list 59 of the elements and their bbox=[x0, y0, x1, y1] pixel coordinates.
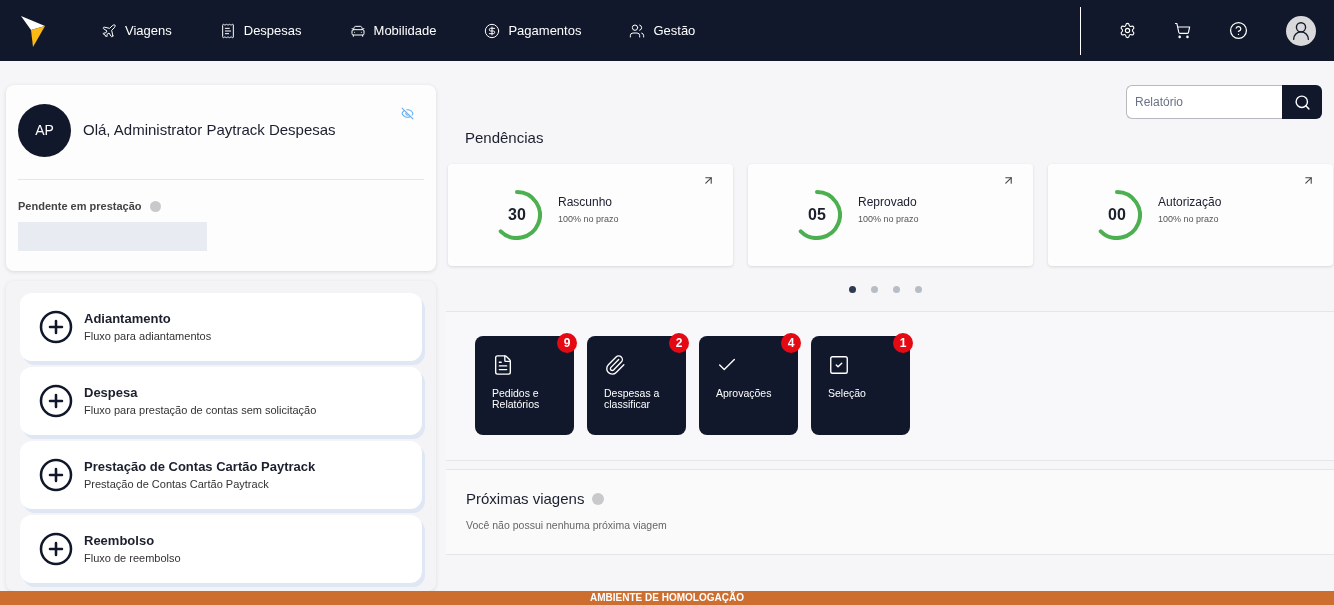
nav-link[interactable]: Pagamentos bbox=[484, 20, 582, 41]
airplane-icon bbox=[101, 22, 117, 39]
pending-title: Autorização bbox=[1158, 193, 1222, 211]
receipt-icon bbox=[219, 22, 236, 39]
avatar-initials: AP bbox=[18, 104, 71, 157]
flow-subtitle: Fluxo para prestação de contas sem solicitação bbox=[84, 403, 317, 418]
user-icon bbox=[1290, 19, 1312, 42]
search-field[interactable]: Relatório bbox=[1126, 85, 1282, 119]
environment-banner: AMBIENTE DE HOMOLOGAÇÃO bbox=[0, 591, 1334, 605]
pending-card[interactable]: 30 Rascunho 100% no prazo bbox=[448, 163, 733, 266]
count-badge: 2 bbox=[669, 333, 689, 353]
flow-subtitle: Prestação de Contas Cartão Paytrack bbox=[84, 477, 270, 492]
add-icon bbox=[38, 308, 74, 345]
count-badge: 4 bbox=[781, 333, 801, 353]
add-icon bbox=[38, 456, 74, 493]
count-badge: 1 bbox=[893, 333, 913, 353]
dollar-icon bbox=[484, 22, 501, 39]
settings-icon[interactable] bbox=[1119, 22, 1136, 39]
pending-count: 05 bbox=[808, 204, 826, 225]
avatar-button[interactable] bbox=[1286, 15, 1316, 46]
add-icon bbox=[38, 382, 74, 419]
empty-message: Você não possui nenhuma próxima viagem bbox=[466, 518, 668, 533]
pending-title: Reprovado bbox=[858, 193, 918, 211]
count-badge: 9 bbox=[557, 333, 577, 353]
pending-count: 30 bbox=[508, 204, 526, 225]
flow-title: Adiantamento bbox=[84, 309, 172, 328]
trips-title: Próximas viagens bbox=[466, 488, 585, 509]
shortcut-tile[interactable]: Despesas a classificar 2 bbox=[587, 336, 686, 435]
checkbox-icon bbox=[828, 354, 850, 376]
pending-subtitle: 100% no prazo bbox=[858, 212, 919, 226]
flow-title: Reembolso bbox=[84, 531, 156, 550]
flow-subtitle: Fluxo para adiantamentos bbox=[84, 329, 212, 344]
logo-icon[interactable] bbox=[19, 13, 47, 48]
flow-title: Prestação de Contas Cartão Paytrack bbox=[84, 457, 316, 476]
nav-link[interactable]: Viagens bbox=[101, 20, 172, 41]
greeting: Olá, Administrator Paytrack Despesas bbox=[83, 120, 336, 141]
flow-subtitle: Fluxo de reembolso bbox=[84, 551, 181, 566]
pending-card[interactable]: 05 Reprovado 100% no prazo bbox=[748, 163, 1033, 266]
cart-icon[interactable] bbox=[1174, 22, 1191, 39]
search-icon bbox=[1293, 93, 1311, 111]
shortcut-tile[interactable]: Pedidos e Relatórios 9 bbox=[475, 336, 574, 435]
flow-title: Despesa bbox=[84, 383, 139, 402]
paperclip-icon bbox=[604, 354, 626, 376]
nav-link[interactable]: Despesas bbox=[219, 20, 302, 41]
shortcut-tile[interactable]: Seleção 1 bbox=[811, 336, 910, 435]
search-button[interactable] bbox=[1282, 85, 1322, 119]
pending-subtitle: 100% no prazo bbox=[1158, 212, 1220, 226]
pending-title: Rascunho bbox=[558, 193, 614, 211]
pending-label: Pendente em prestação bbox=[18, 199, 142, 214]
nav-link[interactable]: Gestão bbox=[629, 20, 696, 41]
nav-link[interactable]: Mobilidade bbox=[349, 20, 437, 41]
pending-count: 00 bbox=[1108, 204, 1126, 225]
shortcut-tile[interactable]: Aprovações 4 bbox=[699, 336, 798, 435]
document-icon bbox=[492, 354, 514, 376]
users-icon bbox=[629, 22, 646, 39]
add-icon bbox=[38, 530, 74, 567]
pending-subtitle: 100% no prazo bbox=[558, 212, 619, 226]
pending-card[interactable]: 00 Autorização 100% no prazo bbox=[1048, 163, 1333, 266]
section-title: Pendências bbox=[465, 128, 545, 148]
